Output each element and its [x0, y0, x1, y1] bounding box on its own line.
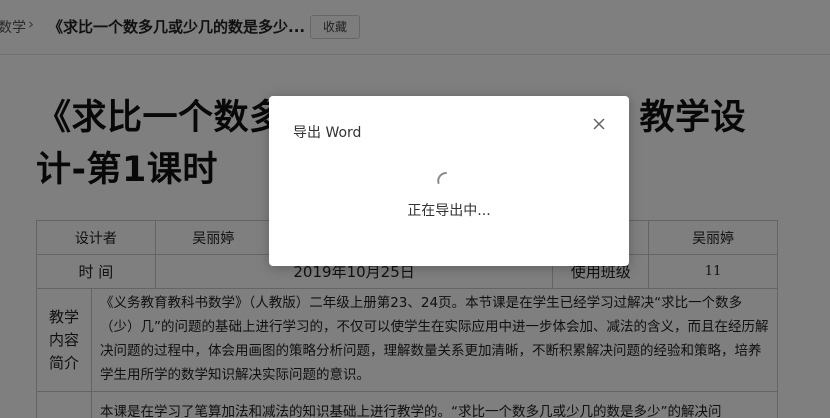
export-word-dialog: 导出 Word 正在导出中... [269, 96, 629, 266]
spinner-icon [437, 172, 447, 184]
loading-text: 正在导出中... [407, 203, 491, 219]
page: 数学 › 《求比一个数多几或少几的数是多少... 收藏 《求比一个数多几或少几的… [0, 0, 830, 418]
close-icon[interactable] [589, 114, 609, 134]
dialog-title: 导出 Word [293, 125, 362, 141]
